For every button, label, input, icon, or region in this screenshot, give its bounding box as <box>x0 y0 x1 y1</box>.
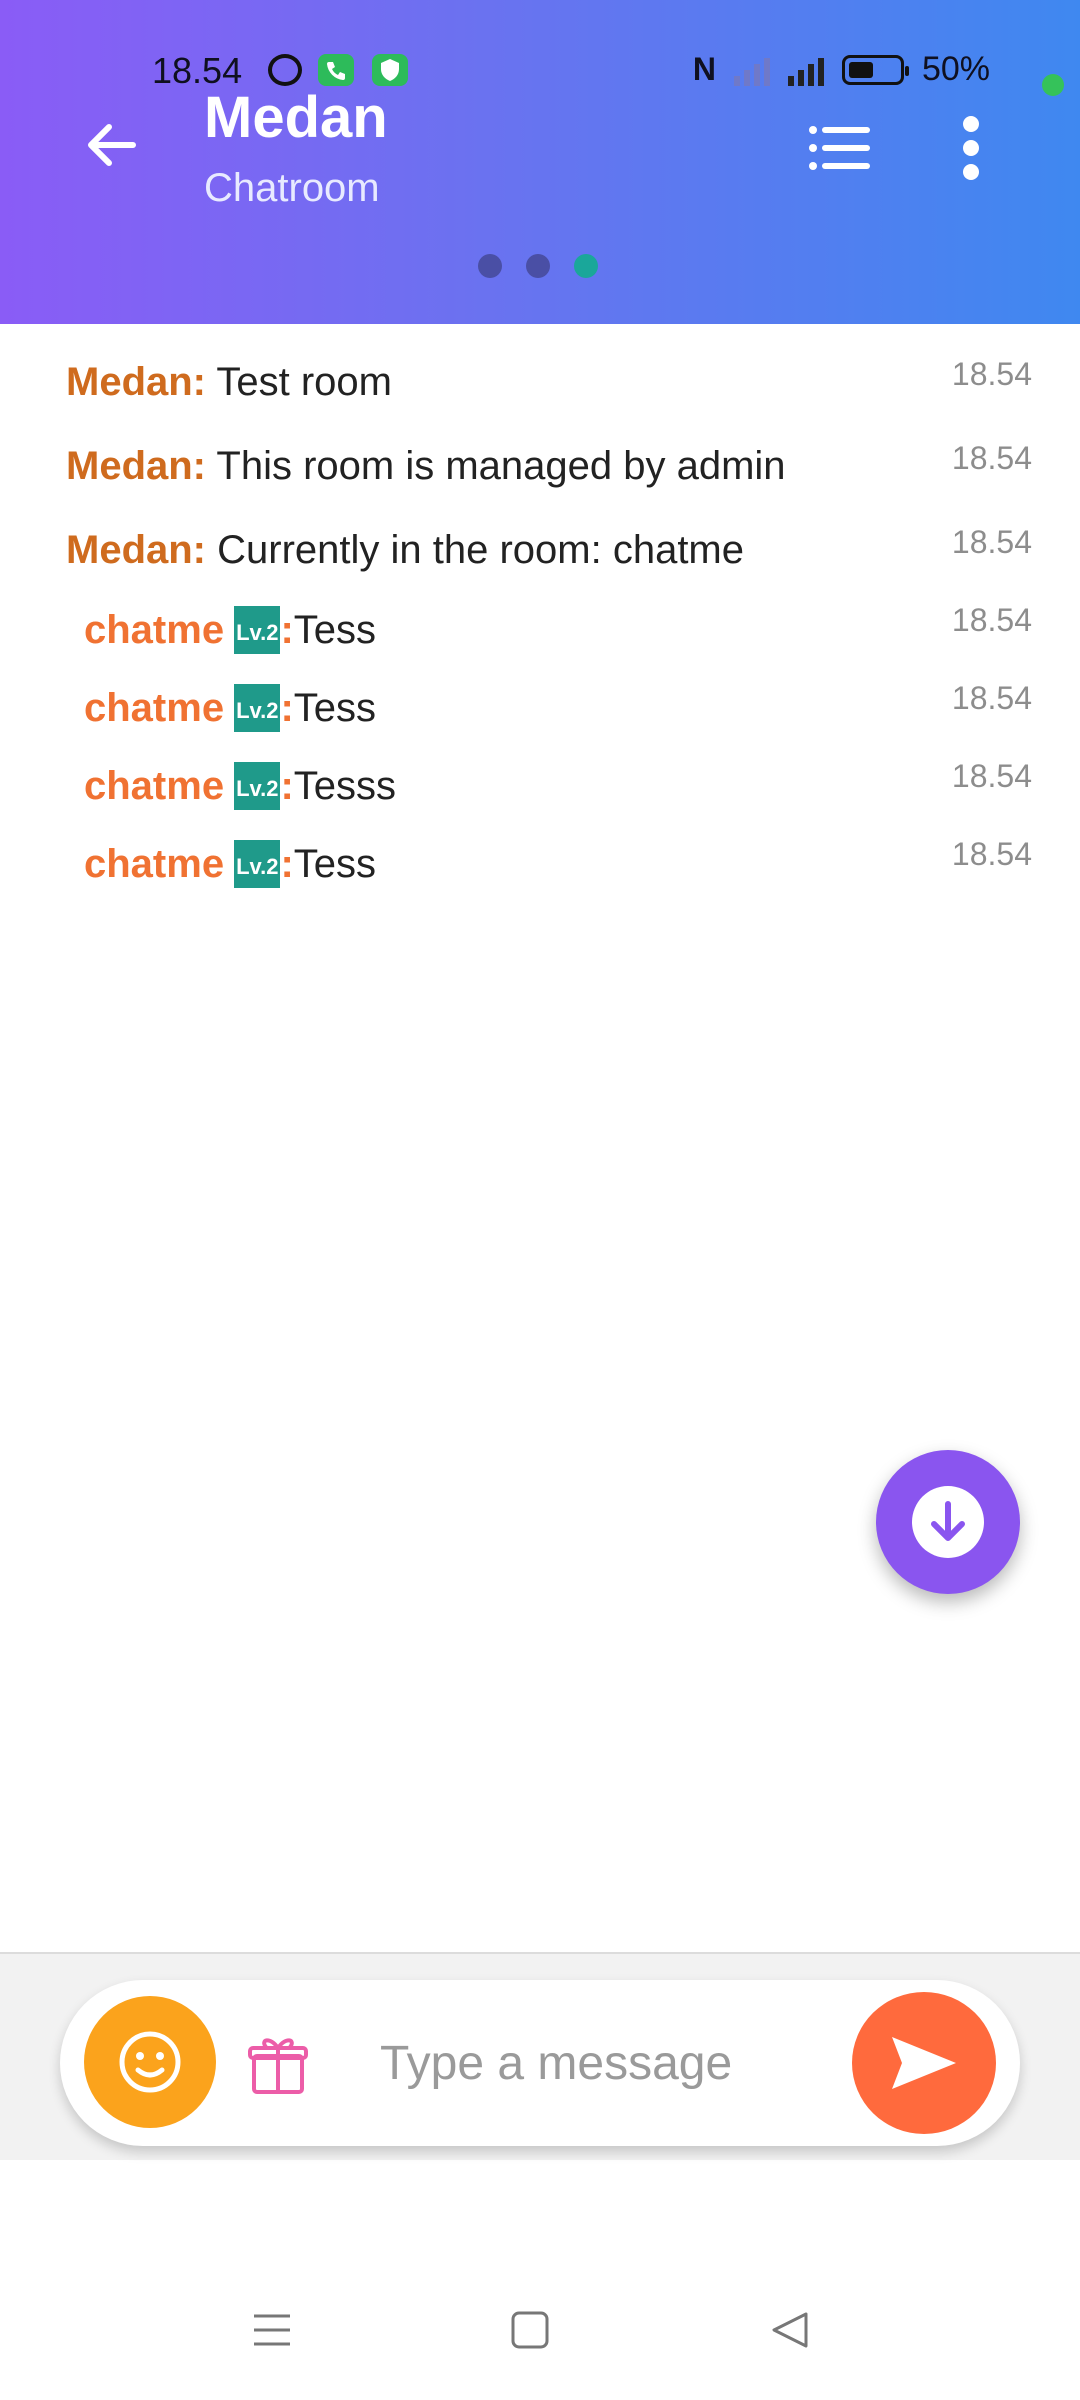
message-time: 18.54 <box>951 836 1032 872</box>
message-separator: : <box>280 841 294 886</box>
message-text: Tess <box>293 685 377 730</box>
message-sender: Medan: <box>66 444 206 488</box>
status-bar: 18.54 N 50% <box>0 44 1080 96</box>
message-separator: : <box>280 607 294 652</box>
user-name[interactable]: chatme <box>84 608 224 653</box>
battery-percent: 50% <box>921 50 990 88</box>
scroll-down-circle <box>912 1486 984 1558</box>
system-message: Medan: This room is managed by admin 18.… <box>66 440 1036 489</box>
page-dot-active[interactable] <box>574 254 598 278</box>
composer-bar <box>0 1952 1080 2160</box>
user-message: chatme Lv.2 : Tess 18.54 <box>84 680 1036 732</box>
menu-lines-icon <box>254 2314 290 2346</box>
gift-button[interactable] <box>238 2024 318 2104</box>
back-button[interactable] <box>66 100 156 190</box>
member-list-button[interactable] <box>800 110 880 186</box>
message-text: This room is managed by admin <box>216 444 786 488</box>
emoji-button[interactable] <box>84 1996 216 2128</box>
message-text: Tess <box>293 607 377 652</box>
composer-pill <box>60 1980 1020 2146</box>
app-header: 18.54 N 50% Medan Chatroom <box>0 0 1080 324</box>
user-name[interactable]: chatme <box>84 764 224 809</box>
message-separator: : <box>280 685 294 730</box>
user-message: chatme Lv.2 : Tesss 18.54 <box>84 758 1036 810</box>
message-separator: : <box>280 763 294 808</box>
page-dot[interactable] <box>478 254 502 278</box>
message-text: Tess <box>293 841 377 886</box>
message-text: Tesss <box>293 763 397 808</box>
phone-notification-icon <box>318 54 354 86</box>
nfc-icon: N <box>692 51 716 87</box>
message-text: Test room <box>216 360 392 404</box>
message-time: 18.54 <box>951 356 1032 392</box>
status-right: N 50% <box>693 50 990 89</box>
message-time: 18.54 <box>951 524 1032 560</box>
level-badge: Lv.2 <box>234 684 281 732</box>
back-arrow-icon <box>88 124 136 166</box>
battery-icon <box>841 54 909 85</box>
more-options-button[interactable] <box>936 110 1006 186</box>
message-time: 18.54 <box>951 440 1032 476</box>
signal-icon-sim1 <box>733 54 770 86</box>
message-time: 18.54 <box>951 758 1032 794</box>
chat-notification-icon <box>268 54 302 86</box>
message-input[interactable] <box>380 2018 860 2108</box>
message-sender: Medan: <box>66 528 206 572</box>
system-nav-bar <box>0 2270 1080 2400</box>
home-button[interactable] <box>490 2290 570 2370</box>
user-message: chatme Lv.2 : Tess 18.54 <box>84 836 1036 888</box>
signal-icon-sim2 <box>787 54 824 86</box>
recents-button[interactable] <box>232 2290 312 2370</box>
page-indicator <box>478 254 598 278</box>
triangle-back-icon <box>772 2312 808 2348</box>
square-icon <box>511 2311 549 2349</box>
system-message: Medan: Currently in the room: chatme 18.… <box>66 524 1036 573</box>
send-icon <box>892 2037 956 2089</box>
system-message: Medan: Test room 18.54 <box>66 356 1036 405</box>
message-text: Currently in the room: chatme <box>217 528 744 572</box>
level-badge: Lv.2 <box>234 840 281 888</box>
user-name[interactable]: chatme <box>84 686 224 731</box>
arrow-down-icon <box>931 1501 965 1541</box>
privacy-indicator-dot <box>1042 74 1064 96</box>
shield-notification-icon <box>372 54 408 86</box>
level-badge: Lv.2 <box>234 762 281 810</box>
scroll-to-bottom-button[interactable] <box>876 1450 1020 1594</box>
message-sender: Medan: <box>66 360 206 404</box>
list-icon <box>809 126 870 170</box>
emoji-icon <box>119 2031 181 2093</box>
page-subtitle: Chatroom <box>204 166 380 210</box>
page-dot[interactable] <box>526 254 550 278</box>
message-time: 18.54 <box>951 680 1032 716</box>
back-nav-button[interactable] <box>750 2290 830 2370</box>
page-title: Medan <box>204 85 388 150</box>
send-button[interactable] <box>852 1992 996 2134</box>
more-vert-icon <box>963 116 979 180</box>
user-message: chatme Lv.2 : Tess 18.54 <box>84 602 1036 654</box>
level-badge: Lv.2 <box>234 606 281 654</box>
gift-icon <box>248 2038 308 2094</box>
message-time: 18.54 <box>951 602 1032 638</box>
user-name[interactable]: chatme <box>84 842 224 887</box>
